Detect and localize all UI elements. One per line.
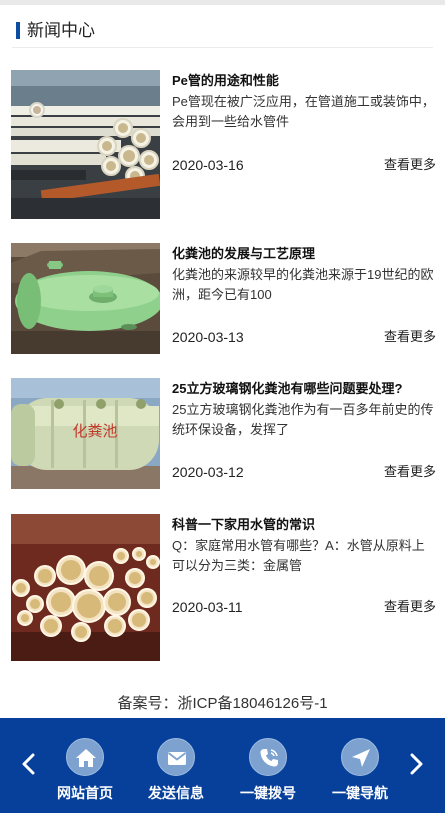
news-item[interactable]: Pe管的用途和性能 Pe管现在被广泛应用，在管道施工或装饰中，会用到一些给水管件… — [11, 70, 437, 220]
news-date: 2020-03-12 — [172, 464, 244, 480]
news-title[interactable]: 化粪池的发展与工艺原理 — [172, 245, 437, 263]
home-icon — [76, 749, 96, 767]
section-title: 新闻中心 — [27, 21, 95, 40]
section-header: 新闻中心 — [12, 18, 433, 48]
chevron-left-icon[interactable] — [19, 749, 39, 779]
news-thumbnail-frp-tank[interactable]: 化粪池 — [11, 378, 160, 489]
news-summary: 化粪池的来源较早的化粪池来源于19世纪的欧洲，距今已有100 — [172, 267, 434, 302]
bottom-navigation-bar: 网站首页 发送信息 一键拨号 一键导航 — [0, 718, 445, 813]
nav-icon-circle — [157, 738, 195, 776]
tank-painted-text: 化粪池 — [72, 422, 117, 440]
nav-icon-circle — [249, 738, 287, 776]
section-title-marker — [16, 22, 20, 39]
nav-icon-circle — [341, 738, 379, 776]
news-item[interactable]: 化粪池的发展与工艺原理 化粪池的来源较早的化粪池来源于19世纪的欧洲，距今已有1… — [11, 243, 437, 355]
news-summary: Q：家庭常用水管有哪些？A：水管从原料上可以分为三类：金属管 — [172, 538, 425, 573]
news-title[interactable]: Pe管的用途和性能 — [172, 72, 437, 90]
mail-icon — [167, 752, 187, 765]
phone-icon — [260, 749, 278, 767]
news-summary: 25立方玻璃钢化粪池作为有一百多年前史的传统环保设备，发挥了 — [172, 402, 434, 437]
navigation-icon — [352, 749, 370, 767]
news-item[interactable]: 科普一下家用水管的常识 Q：家庭常用水管有哪些？A：水管从原料上可以分为三类：金… — [11, 514, 437, 662]
nav-call-button[interactable]: 一键拨号 — [228, 738, 308, 808]
news-title[interactable]: 科普一下家用水管的常识 — [172, 516, 437, 534]
top-divider — [0, 0, 445, 5]
nav-message-label: 发送信息 — [148, 785, 204, 801]
news-summary: Pe管现在被广泛应用，在管道施工或装饰中，会用到一些给水管件 — [172, 94, 435, 129]
news-thumbnail-pvc-pipes[interactable] — [11, 514, 160, 661]
news-date: 2020-03-16 — [172, 157, 244, 173]
nav-icon-circle — [66, 738, 104, 776]
view-more-link[interactable]: 查看更多 — [384, 328, 436, 346]
chevron-right-icon[interactable] — [406, 749, 426, 779]
news-thumbnail-pe-pipes[interactable] — [11, 70, 160, 219]
view-more-link[interactable]: 查看更多 — [384, 463, 436, 481]
view-more-link[interactable]: 查看更多 — [384, 156, 436, 174]
news-thumbnail-septic-tank[interactable] — [11, 243, 160, 354]
nav-home-label: 网站首页 — [57, 785, 113, 801]
nav-navigate-label: 一键导航 — [332, 785, 388, 801]
nav-call-label: 一键拨号 — [240, 785, 296, 801]
news-item[interactable]: 化粪池 25立方玻璃钢化粪池有哪些问题要处理? 25立方玻璃钢化粪池作为有一百多… — [11, 378, 437, 490]
news-date: 2020-03-13 — [172, 329, 244, 345]
nav-message-button[interactable]: 发送信息 — [136, 738, 216, 808]
icp-record[interactable]: 备案号：浙ICP备18046126号-1 — [0, 693, 445, 715]
news-date: 2020-03-11 — [172, 599, 243, 615]
view-more-link[interactable]: 查看更多 — [384, 598, 436, 616]
news-title[interactable]: 25立方玻璃钢化粪池有哪些问题要处理? — [172, 380, 437, 398]
nav-home-button[interactable]: 网站首页 — [45, 738, 125, 808]
nav-navigate-button[interactable]: 一键导航 — [320, 738, 400, 808]
